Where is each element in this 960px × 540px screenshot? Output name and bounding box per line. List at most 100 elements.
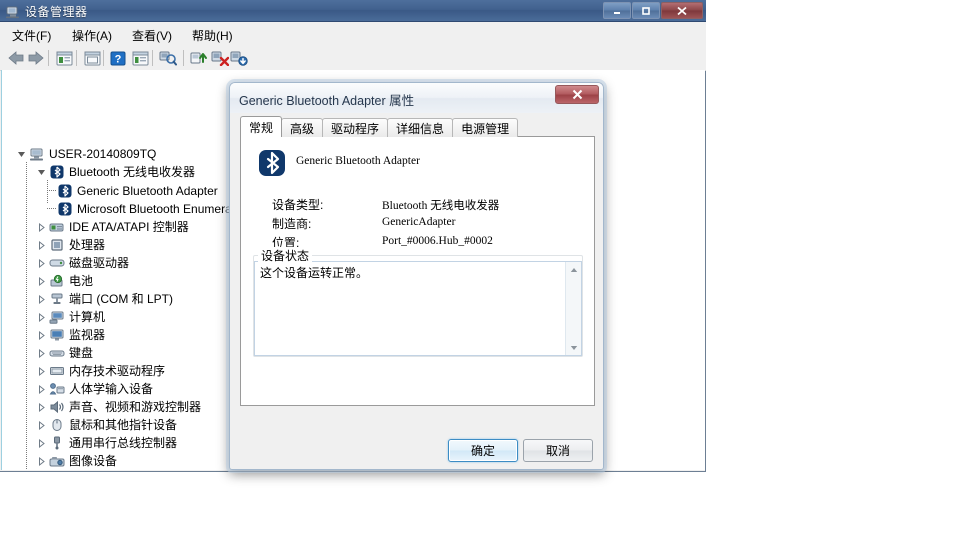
dialog-tabs: 常规 高级 驱动程序 详细信息 电源管理: [240, 116, 519, 137]
tree-item-label: 通用串行总线控制器: [69, 436, 178, 450]
maximize-button[interactable]: [632, 2, 660, 19]
tree-item-microsoft-bluetooth-enumerator[interactable]: Microsoft Bluetooth Enumerator: [57, 200, 246, 218]
bluetooth-icon: [258, 149, 286, 177]
menu-view[interactable]: 查看(V): [128, 26, 176, 45]
svg-text:?: ?: [115, 53, 122, 65]
tab-power-management[interactable]: 电源管理: [452, 118, 519, 137]
memory-icon: [49, 363, 65, 379]
bluetooth-icon: [57, 201, 73, 217]
tree-item-imaging-devices[interactable]: 图像设备: [36, 452, 117, 470]
toolbar-separator: [152, 50, 153, 66]
battery-icon: [49, 273, 65, 289]
general-tab-panel: Generic Bluetooth Adapter 设备类型: Bluetoot…: [240, 136, 595, 406]
manufacturer-value: GenericAdapter: [382, 216, 456, 228]
tree-connector: [26, 162, 27, 470]
dialog-title-bar: Generic Bluetooth Adapter 属性: [230, 83, 603, 113]
properties-dialog: Generic Bluetooth Adapter 属性 常规 高级 驱动程序 …: [226, 79, 607, 473]
usb-icon: [49, 435, 65, 451]
toolbar-separator: [183, 50, 184, 66]
back-icon[interactable]: [6, 48, 26, 68]
scroll-down-icon[interactable]: [566, 340, 581, 355]
tree-item-keyboards[interactable]: 键盘: [36, 344, 93, 362]
tab-details[interactable]: 详细信息: [387, 118, 454, 137]
device-status-group: 设备状态 这个设备运转正常。: [253, 247, 583, 357]
tree-item-disk-drives[interactable]: 磁盘驱动器: [36, 254, 129, 272]
tree-item-bluetooth-radios[interactable]: Bluetooth 无线电收发器: [36, 163, 195, 181]
tree-item-monitors[interactable]: 监视器: [36, 326, 105, 344]
chevron-right-icon[interactable]: [36, 294, 47, 305]
location-value: Port_#0006.Hub_#0002: [382, 235, 493, 247]
toolbar-separator: [48, 50, 49, 66]
tree-item-label: 磁盘驱动器: [69, 256, 130, 270]
chevron-right-icon[interactable]: [36, 366, 47, 377]
scroll-up-icon[interactable]: [566, 262, 581, 277]
help-icon[interactable]: ?: [108, 48, 128, 68]
keyboard-icon: [49, 345, 65, 361]
close-button[interactable]: [661, 2, 703, 19]
device-status-textbox[interactable]: 这个设备运转正常。: [254, 261, 582, 356]
tree-item-processors[interactable]: 处理器: [36, 236, 105, 254]
device-list-icon[interactable]: [130, 48, 150, 68]
chevron-right-icon[interactable]: [36, 348, 47, 359]
tree-item-batteries[interactable]: 电池: [36, 272, 93, 290]
mouse-icon: [49, 417, 65, 433]
tree-item-root[interactable]: USER-20140809TQ: [16, 145, 156, 163]
menu-bar: 文件(F) 操作(A) 查看(V) 帮助(H): [0, 22, 706, 47]
tree-item-ide-controllers[interactable]: IDE ATA/ATAPI 控制器: [36, 218, 189, 236]
ok-button[interactable]: 确定: [448, 439, 518, 462]
window-title: 设备管理器: [25, 5, 88, 19]
chevron-down-icon[interactable]: [36, 167, 47, 178]
tree-connector: [47, 208, 56, 209]
cancel-button[interactable]: 取消: [523, 439, 593, 462]
tab-general[interactable]: 常规: [240, 116, 283, 137]
dialog-close-button[interactable]: [555, 85, 599, 104]
disk-drive-icon: [49, 255, 65, 271]
show-hidden-window-icon[interactable]: [82, 48, 102, 68]
tree-item-ports[interactable]: 端口 (COM 和 LPT): [36, 290, 173, 308]
chevron-right-icon[interactable]: [36, 330, 47, 341]
chevron-down-icon[interactable]: [16, 149, 27, 160]
tree-item-hid[interactable]: 人体学输入设备: [36, 380, 153, 398]
tree-item-usb-controllers[interactable]: 通用串行总线控制器: [36, 434, 177, 452]
chevron-right-icon[interactable]: [36, 420, 47, 431]
properties-window-icon[interactable]: [54, 48, 74, 68]
menu-file[interactable]: 文件(F): [8, 26, 55, 45]
minimize-button[interactable]: [603, 2, 631, 19]
status-scrollbar[interactable]: [565, 262, 581, 355]
window-controls: [603, 2, 703, 19]
update-driver-icon[interactable]: [189, 48, 209, 68]
chevron-right-icon[interactable]: [36, 438, 47, 449]
uninstall-device-icon[interactable]: [210, 48, 230, 68]
chevron-right-icon[interactable]: [36, 240, 47, 251]
forward-icon[interactable]: [26, 48, 46, 68]
disable-device-icon[interactable]: [229, 48, 249, 68]
chevron-right-icon[interactable]: [36, 222, 47, 233]
port-icon: [49, 291, 65, 307]
processor-icon: [49, 237, 65, 253]
manufacturer-label: 制造商:: [272, 217, 312, 231]
tree-item-label: Microsoft Bluetooth Enumerator: [77, 202, 246, 216]
scan-hardware-changes-icon[interactable]: [158, 48, 178, 68]
chevron-right-icon[interactable]: [36, 456, 47, 467]
chevron-right-icon[interactable]: [36, 384, 47, 395]
chevron-right-icon[interactable]: [36, 312, 47, 323]
menu-action[interactable]: 操作(A): [68, 26, 116, 45]
menu-help[interactable]: 帮助(H): [188, 26, 237, 45]
tree-item-label: 电池: [69, 274, 94, 288]
imaging-icon: [49, 453, 65, 469]
toolbar-separator: [103, 50, 104, 66]
tree-item-sound-video-game[interactable]: 声音、视频和游戏控制器: [36, 398, 201, 416]
chevron-right-icon[interactable]: [36, 258, 47, 269]
tree-item-memory-technology[interactable]: 内存技术驱动程序: [36, 362, 165, 380]
chevron-right-icon[interactable]: [36, 276, 47, 287]
tree-connector: [47, 180, 48, 204]
tree-item-mice[interactable]: 鼠标和其他指针设备: [36, 416, 177, 434]
tree-item-label: Bluetooth 无线电收发器: [69, 165, 196, 179]
tree-item-generic-bluetooth-adapter[interactable]: Generic Bluetooth Adapter: [57, 182, 218, 200]
tree-item-computer[interactable]: 计算机: [36, 308, 105, 326]
device-status-text: 这个设备运转正常。: [260, 266, 369, 280]
tab-advanced[interactable]: 高级: [281, 118, 324, 137]
tab-driver[interactable]: 驱动程序: [322, 118, 389, 137]
sound-icon: [49, 399, 65, 415]
chevron-right-icon[interactable]: [36, 402, 47, 413]
